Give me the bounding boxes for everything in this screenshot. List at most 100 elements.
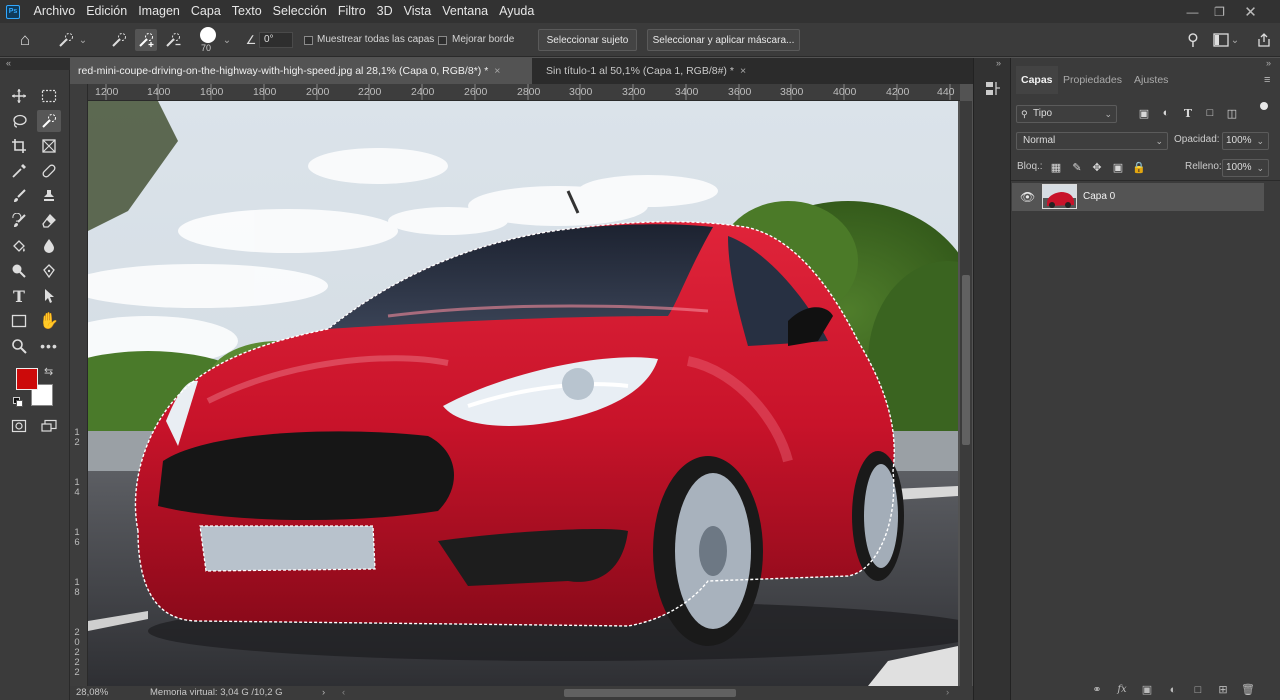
visibility-eye-icon[interactable]: 👁 [1020, 190, 1035, 204]
close-icon[interactable]: × [740, 65, 746, 77]
frame-tool-icon[interactable] [37, 135, 61, 157]
type-tool-icon[interactable]: T [7, 285, 31, 307]
sample-all-layers-checkbox[interactable] [304, 36, 313, 45]
subtract-from-selection-icon[interactable] [162, 29, 184, 51]
properties-panel-icon[interactable] [985, 80, 1001, 98]
lock-all-icon[interactable]: 🔒 [1131, 159, 1147, 175]
layer-thumbnail[interactable] [1042, 184, 1077, 209]
toolbar-collapse-icon[interactable]: « [0, 58, 70, 70]
trash-icon[interactable]: 🗑 [1240, 683, 1256, 697]
home-icon[interactable]: ⌂ [14, 29, 36, 51]
tab-ajustes[interactable]: Ajustes [1129, 66, 1173, 94]
minimize-icon[interactable]: — [1180, 0, 1205, 23]
eyedropper-tool-icon[interactable] [7, 160, 31, 182]
scroll-left-icon[interactable]: ‹ [342, 686, 345, 700]
menu-capa[interactable]: Capa [185, 0, 226, 23]
quick-selection-tool-icon[interactable] [37, 110, 61, 132]
lock-position-icon[interactable]: ✥ [1089, 159, 1105, 175]
lock-pixels-icon[interactable]: ✎ [1069, 159, 1085, 175]
search-icon[interactable]: ⚲ [1182, 29, 1204, 51]
restore-icon[interactable]: ❐ [1207, 0, 1232, 23]
enhance-edge-checkbox[interactable] [438, 36, 447, 45]
chevron-down-icon[interactable]: ⌄ [76, 29, 90, 51]
quick-selection-preset-icon[interactable] [55, 29, 77, 51]
add-to-selection-icon[interactable] [135, 29, 157, 51]
collapse-panels-icon[interactable]: » [996, 58, 1001, 68]
close-icon[interactable]: × [494, 65, 500, 77]
rectangle-tool-icon[interactable] [7, 310, 31, 332]
filter-toggle-icon[interactable] [1260, 102, 1268, 110]
path-selection-tool-icon[interactable] [37, 285, 61, 307]
menu-texto[interactable]: Texto [226, 0, 267, 23]
default-colors-icon[interactable] [13, 397, 23, 407]
menu-imagen[interactable]: Imagen [133, 0, 186, 23]
menu-3d[interactable]: 3D [371, 0, 398, 23]
menu-edicion[interactable]: Edición [81, 0, 133, 23]
move-tool-icon[interactable] [7, 85, 31, 107]
blur-tool-icon[interactable] [37, 235, 61, 257]
healing-brush-tool-icon[interactable] [37, 160, 61, 182]
marquee-tool-icon[interactable] [37, 85, 61, 107]
select-subject-button[interactable]: Seleccionar sujeto [538, 29, 637, 51]
link-layers-icon[interactable]: ⚭ [1089, 683, 1105, 697]
add-mask-icon[interactable]: ▣ [1139, 683, 1155, 697]
chevron-down-icon[interactable]: ⌄ [1229, 29, 1241, 51]
menu-ventana[interactable]: Ventana [437, 0, 494, 23]
dodge-tool-icon[interactable] [7, 260, 31, 282]
type-filter-icon[interactable]: T [1180, 105, 1196, 121]
lock-artboard-icon[interactable]: ▣ [1110, 159, 1126, 175]
screen-mode-icon[interactable] [37, 415, 61, 437]
history-brush-tool-icon[interactable] [7, 210, 31, 232]
status-menu-icon[interactable]: › [322, 686, 325, 700]
adjustment-layer-icon[interactable]: ◐ [1165, 683, 1181, 697]
clone-stamp-tool-icon[interactable] [37, 185, 61, 207]
angle-field[interactable]: 0° [259, 32, 293, 48]
layer-filter-dropdown[interactable]: ⚲ Tipo ⌄ [1016, 105, 1117, 123]
select-and-mask-button[interactable]: Seleccionar y aplicar máscara... [647, 29, 800, 51]
tab-propiedades[interactable]: Propiedades [1058, 66, 1127, 94]
quick-mask-icon[interactable] [7, 415, 31, 437]
scroll-right-icon[interactable]: › [946, 686, 949, 700]
zoom-tool-icon[interactable] [7, 335, 31, 357]
new-selection-icon[interactable] [108, 29, 130, 51]
paint-bucket-tool-icon[interactable] [7, 235, 31, 257]
chevron-down-icon[interactable]: ⌄ [220, 29, 234, 51]
new-layer-icon[interactable]: ⊞ [1215, 683, 1231, 697]
brush-size-preview[interactable] [200, 27, 216, 43]
new-group-icon[interactable]: □ [1190, 683, 1206, 697]
panel-menu-icon[interactable]: ≡ [1264, 74, 1270, 86]
opacity-field[interactable]: 100% ⌄ [1222, 132, 1269, 150]
lock-transparency-icon[interactable]: ▦ [1048, 159, 1064, 175]
close-window-icon[interactable]: ✕ [1238, 0, 1263, 23]
more-tools-icon[interactable]: ••• [37, 335, 61, 357]
horizontal-scrollbar-thumb[interactable] [564, 689, 736, 697]
menu-vista[interactable]: Vista [398, 0, 437, 23]
brush-tool-icon[interactable] [7, 185, 31, 207]
document-canvas[interactable] [88, 101, 958, 686]
tab-untitled[interactable]: Sin título-1 al 50,1% (Capa 1, RGB/8#) *… [538, 58, 758, 84]
smart-object-filter-icon[interactable]: ◫ [1224, 105, 1240, 121]
fx-icon[interactable]: fx [1114, 683, 1130, 697]
menu-ayuda[interactable]: Ayuda [494, 0, 540, 23]
pixel-filter-icon[interactable]: ▣ [1136, 105, 1152, 121]
foreground-color-swatch[interactable] [16, 368, 38, 390]
menu-archivo[interactable]: Archivo [28, 0, 81, 23]
fill-field[interactable]: 100% ⌄ [1222, 159, 1269, 177]
menu-filtro[interactable]: Filtro [332, 0, 371, 23]
zoom-level[interactable]: 28,08% [76, 686, 108, 700]
scrollbar-thumb[interactable] [962, 275, 970, 445]
layer-name[interactable]: Capa 0 [1083, 191, 1115, 202]
collapse-panel-icon[interactable]: » [1266, 58, 1271, 68]
shape-filter-icon[interactable]: □ [1202, 105, 1218, 121]
tab-red-coupe[interactable]: red-mini-coupe-driving-on-the-highway-wi… [70, 58, 532, 84]
blend-mode-dropdown[interactable]: Normal ⌄ [1016, 132, 1168, 150]
eraser-tool-icon[interactable] [37, 210, 61, 232]
adjustment-filter-icon[interactable]: ◐ [1158, 105, 1174, 121]
hand-tool-icon[interactable]: ✋ [37, 310, 61, 332]
menu-seleccion[interactable]: Selección [267, 0, 332, 23]
swap-colors-icon[interactable]: ⇆ [44, 365, 53, 378]
lasso-tool-icon[interactable] [7, 110, 31, 132]
pen-tool-icon[interactable] [37, 260, 61, 282]
share-icon[interactable] [1253, 29, 1275, 51]
tab-capas[interactable]: Capas [1016, 66, 1058, 94]
